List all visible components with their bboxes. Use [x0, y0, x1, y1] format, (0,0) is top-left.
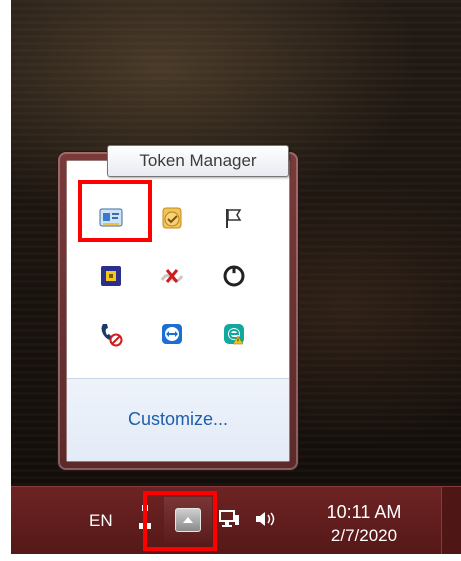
customize-link[interactable]: Customize... — [67, 409, 289, 430]
customize-section: Customize... — [67, 378, 289, 461]
volume-icon[interactable] — [254, 509, 276, 534]
show-desktop-button[interactable] — [441, 487, 461, 554]
screen-border-bottom — [0, 553, 461, 561]
system-clock[interactable]: 10:11 AM 2/7/2020 — [309, 500, 419, 548]
highlight-show-hidden-icons — [143, 491, 217, 551]
token-manager-tooltip: Token Manager — [107, 145, 289, 177]
language-indicator[interactable]: EN — [89, 511, 113, 531]
power-circle-icon[interactable] — [217, 259, 251, 293]
teamviewer-icon[interactable] — [155, 317, 189, 351]
network-disconnected-icon[interactable] — [155, 259, 189, 293]
screen-border — [0, 0, 11, 561]
eset-security-icon[interactable] — [217, 317, 251, 351]
network-monitor-icon[interactable] — [218, 509, 240, 534]
clock-date: 2/7/2020 — [330, 526, 398, 545]
phone-blocked-icon[interactable] — [94, 317, 128, 351]
task-checkmark-icon[interactable] — [155, 201, 189, 235]
yellow-square-app-icon[interactable] — [94, 259, 128, 293]
flag-icon[interactable] — [217, 201, 251, 235]
clock-time: 10:11 AM — [326, 502, 402, 522]
highlight-token-manager — [78, 180, 152, 242]
taskbar: EN 10:11 AM 2/7/2020 — [11, 486, 461, 554]
